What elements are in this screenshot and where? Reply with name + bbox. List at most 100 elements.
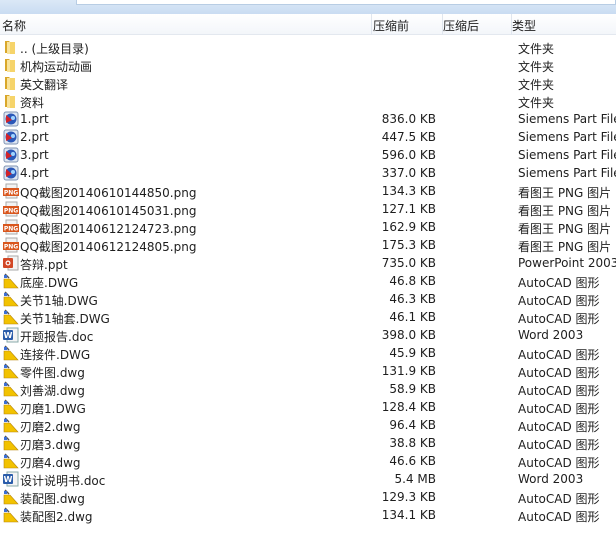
column-name[interactable]: 名称: [2, 17, 26, 34]
file-row[interactable]: 装配图.dwg 129.3 KB AutoCAD 图形: [0, 488, 616, 506]
file-size: 175.3 KB: [381, 238, 436, 252]
address-bar[interactable]: [76, 0, 616, 5]
autocad-icon: [3, 291, 19, 307]
file-name: QQ截图20140610145031.png: [20, 204, 197, 218]
siemens-part-icon: [3, 165, 19, 181]
svg-text:PNG: PNG: [4, 190, 18, 197]
file-size: 96.4 KB: [389, 418, 436, 432]
file-type: 文件夹: [518, 60, 555, 74]
svg-text:PNG: PNG: [4, 226, 18, 233]
file-size: 38.8 KB: [389, 436, 436, 450]
file-name: 4.prt: [20, 166, 49, 180]
file-row[interactable]: 刘善湖.dwg 58.9 KB AutoCAD 图形: [0, 380, 616, 398]
file-row[interactable]: 答辩.ppt 735.0 KB PowerPoint 2003: [0, 254, 616, 272]
file-row[interactable]: 4.prt 337.0 KB Siemens Part File: [0, 164, 616, 182]
file-row[interactable]: PNG QQ截图20140612124723.png 162.9 KB 看图王 PNG…: [0, 218, 616, 236]
file-size: 131.9 KB: [381, 364, 436, 378]
file-row[interactable]: 英文翻译 文件夹: [0, 74, 616, 92]
file-size: 337.0 KB: [381, 166, 436, 180]
file-type: AutoCAD 图形: [518, 366, 600, 380]
autocad-icon: [3, 309, 19, 325]
file-name: 2.prt: [20, 130, 49, 144]
file-type: AutoCAD 图形: [518, 438, 600, 452]
file-row[interactable]: 3.prt 596.0 KB Siemens Part File: [0, 146, 616, 164]
column-header: 名称 压缩前 压缩后 类型: [0, 14, 616, 35]
file-size: 127.1 KB: [381, 202, 436, 216]
file-size: 5.4 MB: [394, 472, 436, 486]
file-row[interactable]: 关节1轴套.DWG 46.1 KB AutoCAD 图形: [0, 308, 616, 326]
file-size: 46.3 KB: [389, 292, 436, 306]
file-name: 英文翻译: [20, 78, 69, 92]
file-type: AutoCAD 图形: [518, 456, 600, 470]
file-type: Siemens Part File: [518, 166, 616, 180]
file-name: 设计说明书.doc: [20, 474, 106, 488]
file-type: 文件夹: [518, 42, 555, 56]
file-size: 162.9 KB: [381, 220, 436, 234]
file-name: QQ截图20140612124805.png: [20, 240, 197, 254]
file-name: 连接件.DWG: [20, 348, 91, 362]
file-type: Word 2003: [518, 472, 584, 486]
file-name: 机构运动动画: [20, 60, 93, 74]
file-size: 836.0 KB: [381, 112, 436, 126]
column-type[interactable]: 类型: [512, 17, 536, 34]
file-size: 58.9 KB: [389, 382, 436, 396]
folder-icon: [3, 93, 19, 109]
file-type: 看图王 PNG 图片: [518, 186, 612, 200]
file-type: AutoCAD 图形: [518, 402, 600, 416]
file-row[interactable]: 2.prt 447.5 KB Siemens Part File: [0, 128, 616, 146]
autocad-icon: [3, 507, 19, 523]
svg-text:W: W: [4, 475, 13, 484]
file-type: AutoCAD 图形: [518, 276, 600, 290]
png-image-icon: PNG: [3, 219, 19, 235]
file-row[interactable]: 刃磨1.DWG 128.4 KB AutoCAD 图形: [0, 398, 616, 416]
column-divider[interactable]: [371, 14, 372, 35]
folder-icon: [3, 75, 19, 91]
file-size: 134.1 KB: [381, 508, 436, 522]
file-name: 装配图2.dwg: [20, 510, 93, 524]
file-name: 刃磨4.dwg: [20, 456, 81, 470]
file-list: .. (上级目录) 文件夹 机构运动动画 文件夹 英文翻译 文件夹 资料 文件夹 1.prt 83…: [0, 38, 616, 524]
file-size: 398.0 KB: [381, 328, 436, 342]
file-row[interactable]: W 设计说明书.doc 5.4 MB Word 2003: [0, 470, 616, 488]
file-row[interactable]: PNG QQ截图20140612124805.png 175.3 KB 看图王 PNG…: [0, 236, 616, 254]
file-type: Siemens Part File: [518, 112, 616, 126]
file-size: 596.0 KB: [381, 148, 436, 162]
file-row[interactable]: 资料 文件夹: [0, 92, 616, 110]
file-row[interactable]: W 开题报告.doc 398.0 KB Word 2003: [0, 326, 616, 344]
file-size: 45.9 KB: [389, 346, 436, 360]
file-size: 447.5 KB: [381, 130, 436, 144]
file-size: 46.6 KB: [389, 454, 436, 468]
file-name: 3.prt: [20, 148, 49, 162]
file-type: AutoCAD 图形: [518, 420, 600, 434]
file-type: AutoCAD 图形: [518, 312, 600, 326]
column-size-after[interactable]: 压缩后: [443, 17, 479, 34]
autocad-icon: [3, 489, 19, 505]
file-type: AutoCAD 图形: [518, 294, 600, 308]
file-row[interactable]: 机构运动动画 文件夹: [0, 56, 616, 74]
file-row[interactable]: PNG QQ截图20140610144850.png 134.3 KB 看图王 PNG…: [0, 182, 616, 200]
file-type: Siemens Part File: [518, 148, 616, 162]
autocad-icon: [3, 453, 19, 469]
file-type: 看图王 PNG 图片: [518, 222, 612, 236]
file-row[interactable]: 刃磨2.dwg 96.4 KB AutoCAD 图形: [0, 416, 616, 434]
file-row[interactable]: PNG QQ截图20140610145031.png 127.1 KB 看图王 PNG…: [0, 200, 616, 218]
file-type: PowerPoint 2003: [518, 256, 616, 270]
file-row[interactable]: 刃磨4.dwg 46.6 KB AutoCAD 图形: [0, 452, 616, 470]
file-size: 129.3 KB: [381, 490, 436, 504]
file-row[interactable]: 关节1轴.DWG 46.3 KB AutoCAD 图形: [0, 290, 616, 308]
file-row[interactable]: 连接件.DWG 45.9 KB AutoCAD 图形: [0, 344, 616, 362]
column-size-before[interactable]: 压缩前: [373, 17, 409, 34]
autocad-icon: [3, 435, 19, 451]
file-row[interactable]: .. (上级目录) 文件夹: [0, 38, 616, 56]
file-name: 底座.DWG: [20, 276, 79, 290]
autocad-icon: [3, 381, 19, 397]
file-row[interactable]: 1.prt 836.0 KB Siemens Part File: [0, 110, 616, 128]
svg-text:W: W: [4, 331, 13, 340]
file-name: .. (上级目录): [20, 42, 89, 56]
file-row[interactable]: 零件图.dwg 131.9 KB AutoCAD 图形: [0, 362, 616, 380]
word-doc-icon: W: [3, 327, 19, 343]
file-row[interactable]: 刃磨3.dwg 38.8 KB AutoCAD 图形: [0, 434, 616, 452]
file-type: 文件夹: [518, 78, 555, 92]
file-row[interactable]: 底座.DWG 46.8 KB AutoCAD 图形: [0, 272, 616, 290]
file-row[interactable]: 装配图2.dwg 134.1 KB AutoCAD 图形: [0, 506, 616, 524]
